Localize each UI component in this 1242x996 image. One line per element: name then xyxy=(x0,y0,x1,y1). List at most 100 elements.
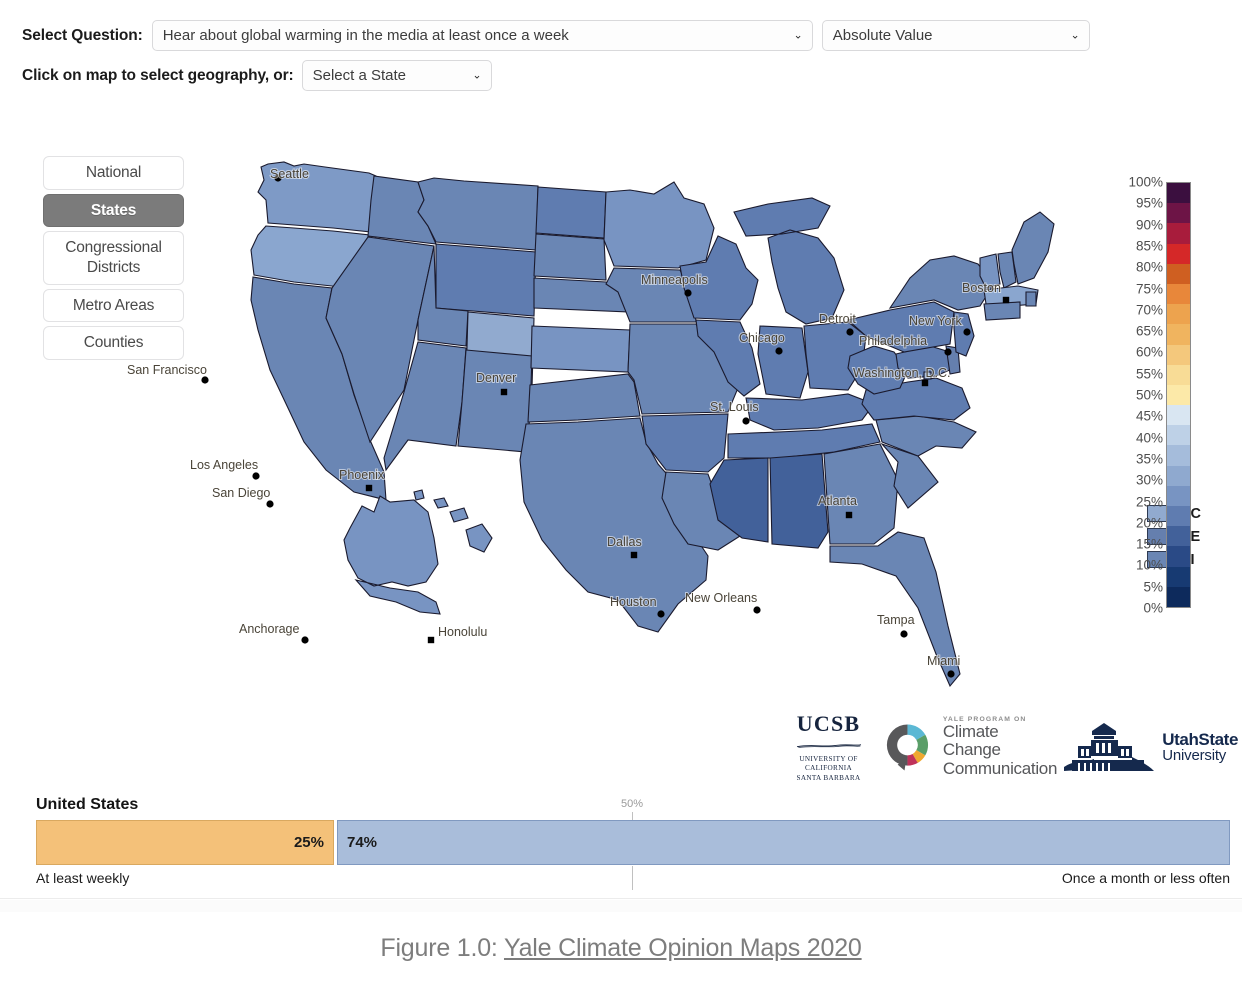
colorbar-tick-80pct: 80% xyxy=(1135,259,1163,275)
colorbar-tick-100pct: 100% xyxy=(1128,174,1163,190)
colorbar-tick-20pct: 20% xyxy=(1135,515,1163,531)
city-marker-dot xyxy=(252,472,260,480)
colorbar-tick-5pct: 5% xyxy=(1143,579,1163,595)
yale-line2: Communication xyxy=(942,758,1058,778)
chevron-down-icon: ⌄ xyxy=(1070,29,1080,41)
city-marker-dot xyxy=(301,636,309,644)
yale-donut-icon xyxy=(886,724,929,771)
page-root: Select Question: Hear about global warmi… xyxy=(0,0,1242,996)
colorbar-tick-25pct: 25% xyxy=(1135,494,1163,509)
city-label-seattle: Seattle xyxy=(270,167,309,181)
usu-line2: University xyxy=(1162,747,1227,764)
city-label-dallas: Dallas xyxy=(607,535,642,549)
bar-segment-once-a-month-or-less[interactable]: 74% xyxy=(337,820,1230,865)
city-label-miami: Miami xyxy=(927,654,960,668)
colorbar-tick-70pct: 70% xyxy=(1135,302,1163,318)
city-marker-dot xyxy=(201,376,209,384)
city-label-chicago: Chicago xyxy=(739,331,785,345)
city-label-anchorage: Anchorage xyxy=(239,622,300,636)
colorbar-tick-50pct: 50% xyxy=(1135,387,1163,403)
colorbar-tick-40pct: 40% xyxy=(1135,430,1163,446)
bar-category-label-right: Once a month or less often xyxy=(1061,870,1230,886)
city-label-denver: Denver xyxy=(476,371,516,385)
bar-value-a: 25% xyxy=(293,834,324,851)
city-label-atlanta: Atlanta xyxy=(818,494,857,508)
city-marker-square xyxy=(630,551,638,559)
old-main-building-icon xyxy=(1064,723,1155,771)
city-label-houston: Houston xyxy=(610,595,657,609)
city-marker-dot xyxy=(753,606,761,614)
question-select-value: Hear about global warming in the media a… xyxy=(162,27,569,44)
city-marker-dot xyxy=(657,610,665,618)
city-label-new-orleans: New Orleans xyxy=(685,591,757,605)
city-label-tampa: Tampa xyxy=(877,613,915,627)
select-geography-label: Click on map to select geography, or: xyxy=(22,66,294,84)
city-marker-dot xyxy=(684,289,692,297)
ucsb-line1: UNIVERSITY OF CALIFORNIA xyxy=(799,754,858,773)
city-marker-dot xyxy=(742,417,750,425)
question-row: Select Question: Hear about global warmi… xyxy=(22,20,1242,51)
city-marker-dot xyxy=(963,328,971,336)
caption-link[interactable]: Yale Climate Opinion Maps 2020 xyxy=(504,934,862,962)
city-label-los-angeles: Los Angeles xyxy=(190,458,258,472)
city-marker-dot xyxy=(944,348,952,356)
chevron-down-icon: ⌄ xyxy=(472,69,482,81)
city-marker-square xyxy=(921,379,929,387)
colorbar-tick-65pct: 65% xyxy=(1135,323,1163,339)
color-scale-ticks: 100% 95% 90% 85% 80% 75% 70% 65% 60% 55% 50% 45% 40%… xyxy=(1118,174,1190,616)
city-label-new-york: New York xyxy=(909,314,963,328)
geography-row: Click on map to select geography, or: Se… xyxy=(22,60,1242,91)
colorbar-tick-45pct: 45% xyxy=(1135,408,1163,424)
city-label-minneapolis: Minneapolis xyxy=(641,273,708,287)
ucsb-swoosh-icon xyxy=(796,743,861,748)
colorbar-tick-10pct: 10% xyxy=(1135,557,1163,573)
city-label-honolulu: Honolulu xyxy=(438,625,487,639)
colorbar-tick-60pct: 60% xyxy=(1135,344,1163,360)
yale-pcc-logo: YALE PROGRAM ON Climate Change Communica… xyxy=(881,716,1058,777)
figure-caption: Figure 1.0: Yale Climate Opinion Maps 20… xyxy=(0,934,1242,963)
colorbar-tick-15pct: 15% xyxy=(1135,536,1163,552)
city-label-boston: Boston xyxy=(962,281,1001,295)
caption-prefix: Figure 1.0: xyxy=(380,934,504,962)
city-marker-dot xyxy=(846,328,854,336)
city-label-san-diego: San Diego xyxy=(212,486,270,500)
chart-midline-tick-bottom xyxy=(632,866,633,890)
ucsb-line2: SANTA BARBARA xyxy=(796,773,861,782)
city-label-washington-d-c: Washington, D.C. xyxy=(853,366,951,380)
city-marker-dot xyxy=(900,630,908,638)
city-marker-square xyxy=(427,636,435,644)
city-marker-square xyxy=(365,484,373,492)
sponsor-logos: UCSB UNIVERSITY OF CALIFORNIA SANTA BARB… xyxy=(776,711,1238,782)
city-marker-square xyxy=(1002,296,1010,304)
metric-select[interactable]: Absolute Value ⌄ xyxy=(821,20,1090,51)
controls-panel: Select Question: Hear about global warmi… xyxy=(0,0,1242,100)
colorbar-tick-0pct: 0% xyxy=(1143,600,1163,616)
colorbar-tick-30pct: 30% xyxy=(1135,472,1163,488)
colorbar-tick-35pct: 35% xyxy=(1135,451,1163,467)
city-marker-square xyxy=(845,511,853,519)
chart-bottom-divider xyxy=(0,898,1242,899)
city-label-phoenix: Phoenix xyxy=(339,468,385,482)
select-question-label: Select Question: xyxy=(22,26,143,44)
city-marker-dot xyxy=(775,347,783,355)
choropleth-map[interactable]: Seattle San Francisco Los Angeles San Diego… xyxy=(118,140,1201,710)
city-marker-square xyxy=(500,388,508,396)
chart-title: United States xyxy=(36,796,139,813)
colorbar-tick-75pct: 75% xyxy=(1135,281,1163,296)
utah-state-logo: UtahState University xyxy=(1058,719,1238,775)
city-label-philadelphia: Philadelphia xyxy=(859,334,927,348)
chart-midline-label: 50% xyxy=(620,798,644,810)
page-strip xyxy=(0,900,1242,912)
city-label-st-louis: St. Louis xyxy=(710,400,759,414)
metric-select-value: Absolute Value xyxy=(832,27,933,44)
city-marker-dot xyxy=(266,500,274,508)
bar-segment-at-least-weekly[interactable]: 25% xyxy=(36,820,334,865)
question-select[interactable]: Hear about global warming in the media a… xyxy=(151,20,813,51)
stacked-bar-chart: United States 50% 25% 74% At least weekl… xyxy=(0,790,1242,900)
city-label-san-francisco: San Francisco xyxy=(127,363,207,377)
yale-line1: Climate Change xyxy=(942,722,1001,760)
colorbar-tick-85pct: 85% xyxy=(1135,238,1163,254)
colorbar-tick-95pct: 95% xyxy=(1135,195,1163,211)
state-select[interactable]: Select a State ⌄ xyxy=(301,60,492,91)
usu-line1: UtahState xyxy=(1162,730,1238,749)
